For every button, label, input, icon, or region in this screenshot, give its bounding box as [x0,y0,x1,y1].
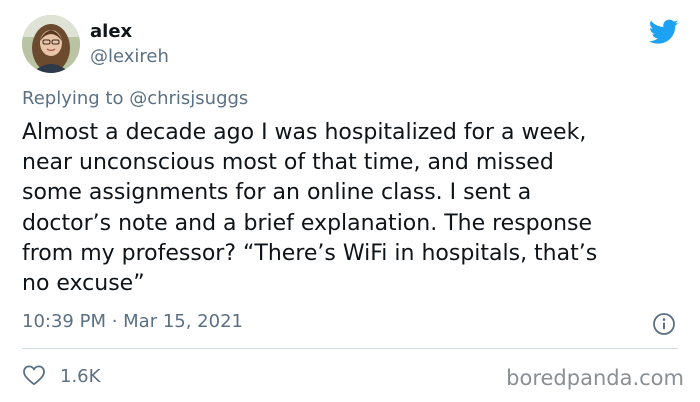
divider [22,348,678,349]
author-name[interactable]: alex [90,21,132,43]
avatar[interactable] [22,15,80,73]
avatar-image [22,15,80,73]
tweet-text-line: near unconscious most of that time, and … [22,150,554,176]
like-button[interactable]: 1.6K [22,364,100,390]
timestamp-separator: · [105,311,124,332]
tweet-text-line: some assignments for an online class. I … [22,180,532,206]
info-icon[interactable] [652,312,676,336]
tweet-text-line: no excuse” [22,271,145,297]
replying-to-label: Replying to [22,88,130,109]
tweet-date: Mar 15, 2021 [123,311,243,332]
tweet-timestamp[interactable]: 10:39 PM · Mar 15, 2021 [22,310,243,334]
twitter-bird-icon[interactable] [648,19,679,45]
replying-to-line: Replying to @chrisjsuggs [22,87,248,111]
tweet-text: Almost a decade ago I was hospitalized f… [22,118,682,299]
tweet-text-line: Almost a decade ago I was hospitalized f… [22,120,587,145]
tweet-text-line: doctor’s note and a brief explanation. T… [22,210,593,236]
heart-icon [22,364,46,390]
like-count: 1.6K [60,366,101,387]
watermark: boredpanda.com [506,366,684,390]
author-handle[interactable]: @lexireh [90,46,169,68]
tweet-text-line: from my professor? “There’s WiFi in hosp… [22,240,598,266]
tweet-time: 10:39 PM [22,311,106,332]
reply-mention-link[interactable]: @chrisjsuggs [129,88,248,109]
